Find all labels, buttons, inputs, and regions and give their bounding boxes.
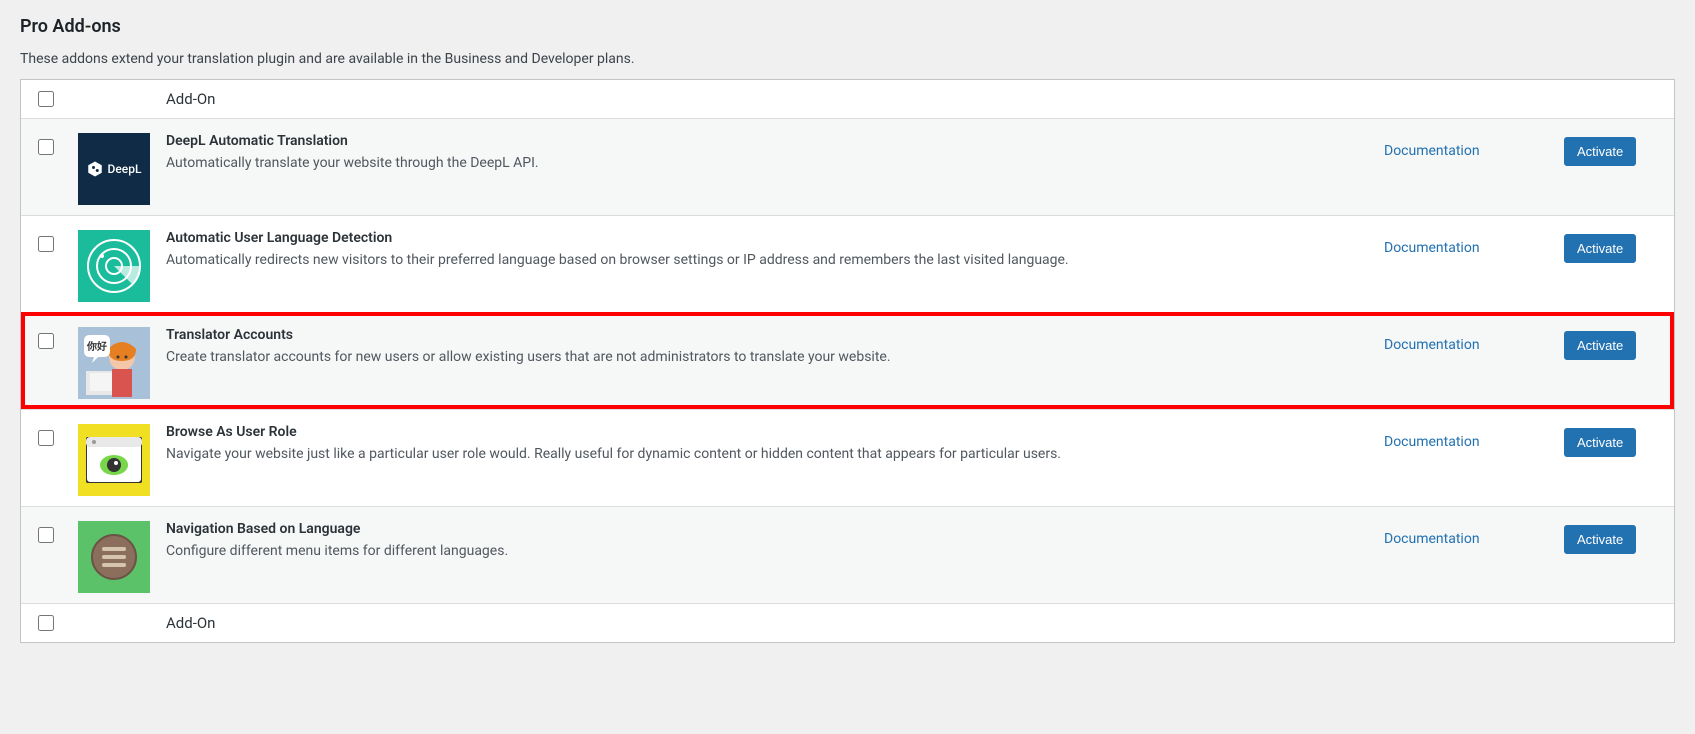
documentation-link[interactable]: Documentation [1384,337,1480,353]
activate-button[interactable]: Activate [1564,137,1636,166]
row-checkbox[interactable] [38,430,54,446]
activate-button[interactable]: Activate [1564,234,1636,263]
activate-button[interactable]: Activate [1564,428,1636,457]
footer-addon-label[interactable]: Add-On [156,604,1674,642]
row-checkbox[interactable] [38,139,54,155]
table-row: Browse As User Role Navigate your websit… [21,409,1674,506]
table-row: 你好 Translator Accounts Create translator… [21,312,1674,409]
header-addon-label[interactable]: Add-On [156,80,1674,118]
row-checkbox[interactable] [38,236,54,252]
addon-title: Browse As User Role [166,424,1368,440]
addon-title: Automatic User Language Detection [166,230,1368,246]
activate-button[interactable]: Activate [1564,525,1636,554]
select-all-checkbox-bottom[interactable] [38,615,54,631]
table-header-row: Add-On [21,80,1674,118]
page-description: These addons extend your translation plu… [20,51,1675,67]
svg-text:你好: 你好 [86,340,107,353]
addon-description: Navigate your website just like a partic… [166,444,1368,465]
addon-description: Create translator accounts for new users… [166,347,1368,368]
documentation-link[interactable]: Documentation [1384,143,1480,159]
row-checkbox[interactable] [38,527,54,543]
addon-title: DeepL Automatic Translation [166,133,1368,149]
radar-icon [78,230,150,302]
addon-description: Automatically translate your website thr… [166,153,1368,174]
table-row: Navigation Based on Language Configure d… [21,506,1674,603]
addons-table: Add-On DeepL DeepL Automatic Translation… [20,79,1675,643]
nav-icon [78,521,150,593]
translator-icon: 你好 [78,327,150,399]
browse-icon [78,424,150,496]
addon-description: Automatically redirects new visitors to … [166,250,1368,271]
table-footer-row: Add-On [21,603,1674,642]
documentation-link[interactable]: Documentation [1384,240,1480,256]
addon-title: Translator Accounts [166,327,1368,343]
deepl-icon: DeepL [78,133,150,205]
addon-description: Configure different menu items for diffe… [166,541,1368,562]
table-row: Automatic User Language Detection Automa… [21,215,1674,312]
documentation-link[interactable]: Documentation [1384,434,1480,450]
activate-button[interactable]: Activate [1564,331,1636,360]
page-title: Pro Add-ons [20,16,1675,37]
table-row: DeepL DeepL Automatic Translation Automa… [21,118,1674,215]
documentation-link[interactable]: Documentation [1384,531,1480,547]
select-all-checkbox-top[interactable] [38,91,54,107]
row-checkbox[interactable] [38,333,54,349]
addon-title: Navigation Based on Language [166,521,1368,537]
